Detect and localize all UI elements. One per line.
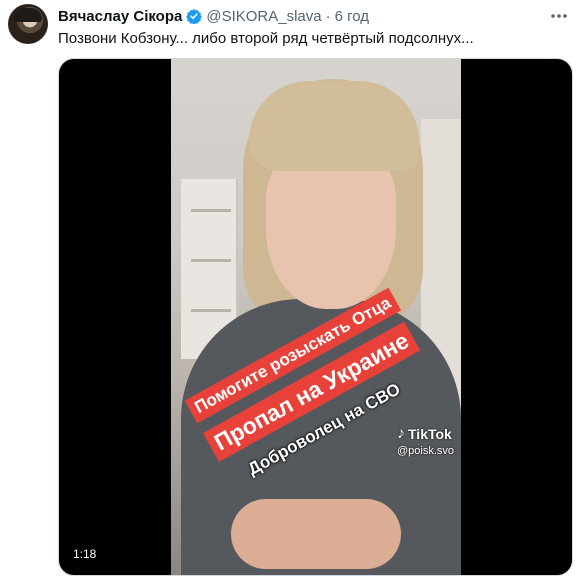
separator-dot: · [325,7,331,25]
tiktok-username: @poisk.svo [397,445,455,457]
tweet-timestamp[interactable]: 6 год [335,8,369,25]
tiktok-note-icon: ♪ [397,425,405,442]
author-avatar[interactable] [8,4,48,44]
more-horizontal-icon[interactable] [548,6,570,26]
video-caption: Помогите розыскать Отца Пропал на Украин… [171,59,461,575]
author-name[interactable]: Вячаслау Сікора [58,8,182,25]
tiktok-brand: TikTok [408,426,452,442]
video-frame[interactable]: Помогите розыскать Отца Пропал на Украин… [171,59,461,575]
verified-badge-icon [186,8,203,25]
author-handle[interactable]: @SIKORA_slava [206,8,321,25]
tweet-header: Вячаслау Сікора @SIKORA_slava · 6 год [58,6,369,26]
tiktok-watermark: ♪ TikTok [397,425,452,443]
tweet-text: Позвони Кобзону... либо второй ряд четвё… [58,30,474,47]
video-player[interactable]: Помогите розыскать Отца Пропал на Украин… [58,58,573,576]
video-duration-badge: 1:18 [69,545,101,563]
tweet[interactable]: Вячаслау Сікора @SIKORA_slava · 6 год По… [0,0,580,582]
